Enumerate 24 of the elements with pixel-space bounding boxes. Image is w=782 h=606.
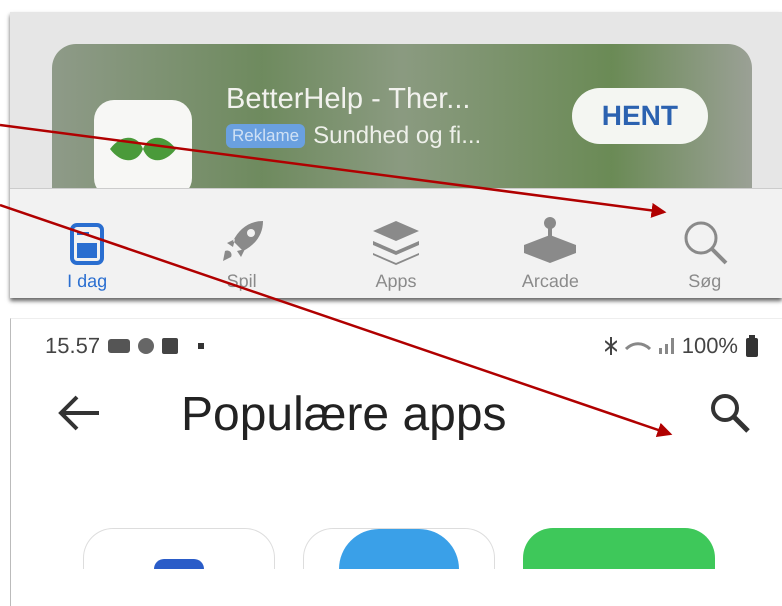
- tab[interactable]: Søg: [644, 219, 765, 292]
- app-category: Sundhed og fi...: [313, 122, 482, 150]
- document-icon: [70, 223, 104, 265]
- app-tile[interactable]: [303, 528, 495, 569]
- signal-icon: [658, 338, 674, 354]
- battery-percentage: 100%: [682, 333, 738, 359]
- battery-icon: [746, 335, 758, 357]
- get-button[interactable]: HENT: [572, 88, 708, 144]
- tab[interactable]: I dag: [27, 223, 148, 292]
- tab[interactable]: Arcade: [490, 215, 610, 292]
- back-arrow-icon: [57, 395, 101, 431]
- app-tile[interactable]: [83, 528, 275, 569]
- stack-icon: [370, 219, 421, 265]
- card-icon: [108, 339, 130, 353]
- app-title: BetterHelp - Ther...: [226, 82, 472, 116]
- search-icon: [682, 219, 728, 265]
- joystick-icon: [522, 215, 578, 265]
- wifi-icon: [624, 342, 651, 350]
- page-title: Populære apps: [181, 387, 508, 442]
- ad-badge: Reklame: [226, 124, 306, 148]
- search-icon: [708, 391, 752, 435]
- status-time: 15.57: [45, 333, 100, 359]
- app-tile[interactable]: [523, 528, 715, 569]
- tab[interactable]: Apps: [336, 219, 456, 292]
